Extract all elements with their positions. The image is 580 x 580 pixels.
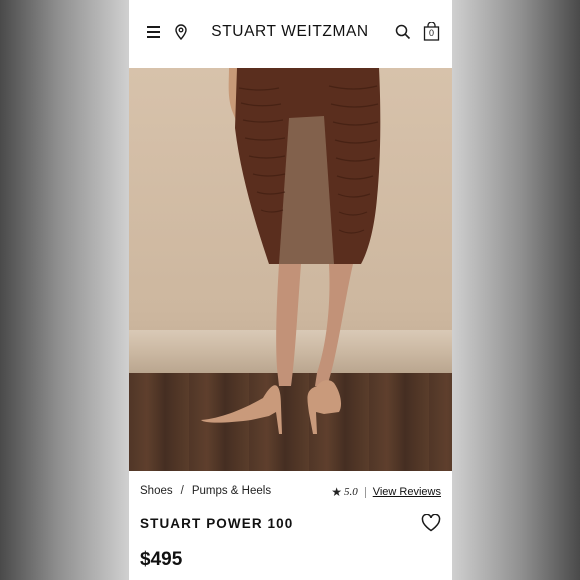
search-icon[interactable] bbox=[395, 24, 411, 40]
rating-score: 5.0 bbox=[343, 486, 358, 498]
map-pin-icon[interactable] bbox=[174, 24, 188, 41]
breadcrumb-pumps-heels[interactable]: Pumps & Heels bbox=[192, 485, 271, 497]
phone-screen: STUART WEITZMAN 0 Shoes / Pumps & Heels … bbox=[129, 0, 452, 580]
breadcrumb-separator: / bbox=[180, 485, 184, 497]
heart-icon[interactable] bbox=[421, 513, 441, 532]
product-info: Shoes / Pumps & Heels ★ 5.0 View Reviews S… bbox=[129, 471, 452, 580]
brand-logo[interactable]: STUART WEITZMAN bbox=[203, 23, 377, 41]
product-price: $495 bbox=[140, 549, 183, 570]
hamburger-menu-icon[interactable] bbox=[147, 26, 161, 38]
model-illustration bbox=[201, 68, 381, 434]
breadcrumb-shoes[interactable]: Shoes bbox=[140, 485, 173, 497]
rating-summary: ★ 5.0 View Reviews bbox=[331, 485, 441, 499]
view-reviews-link[interactable]: View Reviews bbox=[373, 486, 441, 498]
shopping-bag-icon[interactable]: 0 bbox=[423, 21, 440, 41]
breadcrumb: Shoes / Pumps & Heels bbox=[140, 485, 271, 497]
site-header: STUART WEITZMAN 0 bbox=[129, 0, 452, 68]
rating-divider bbox=[364, 486, 366, 498]
product-image[interactable] bbox=[129, 68, 452, 471]
bag-count-badge: 0 bbox=[428, 28, 434, 38]
star-icon: ★ bbox=[331, 485, 342, 499]
product-title: STUART POWER 100 bbox=[140, 516, 294, 531]
